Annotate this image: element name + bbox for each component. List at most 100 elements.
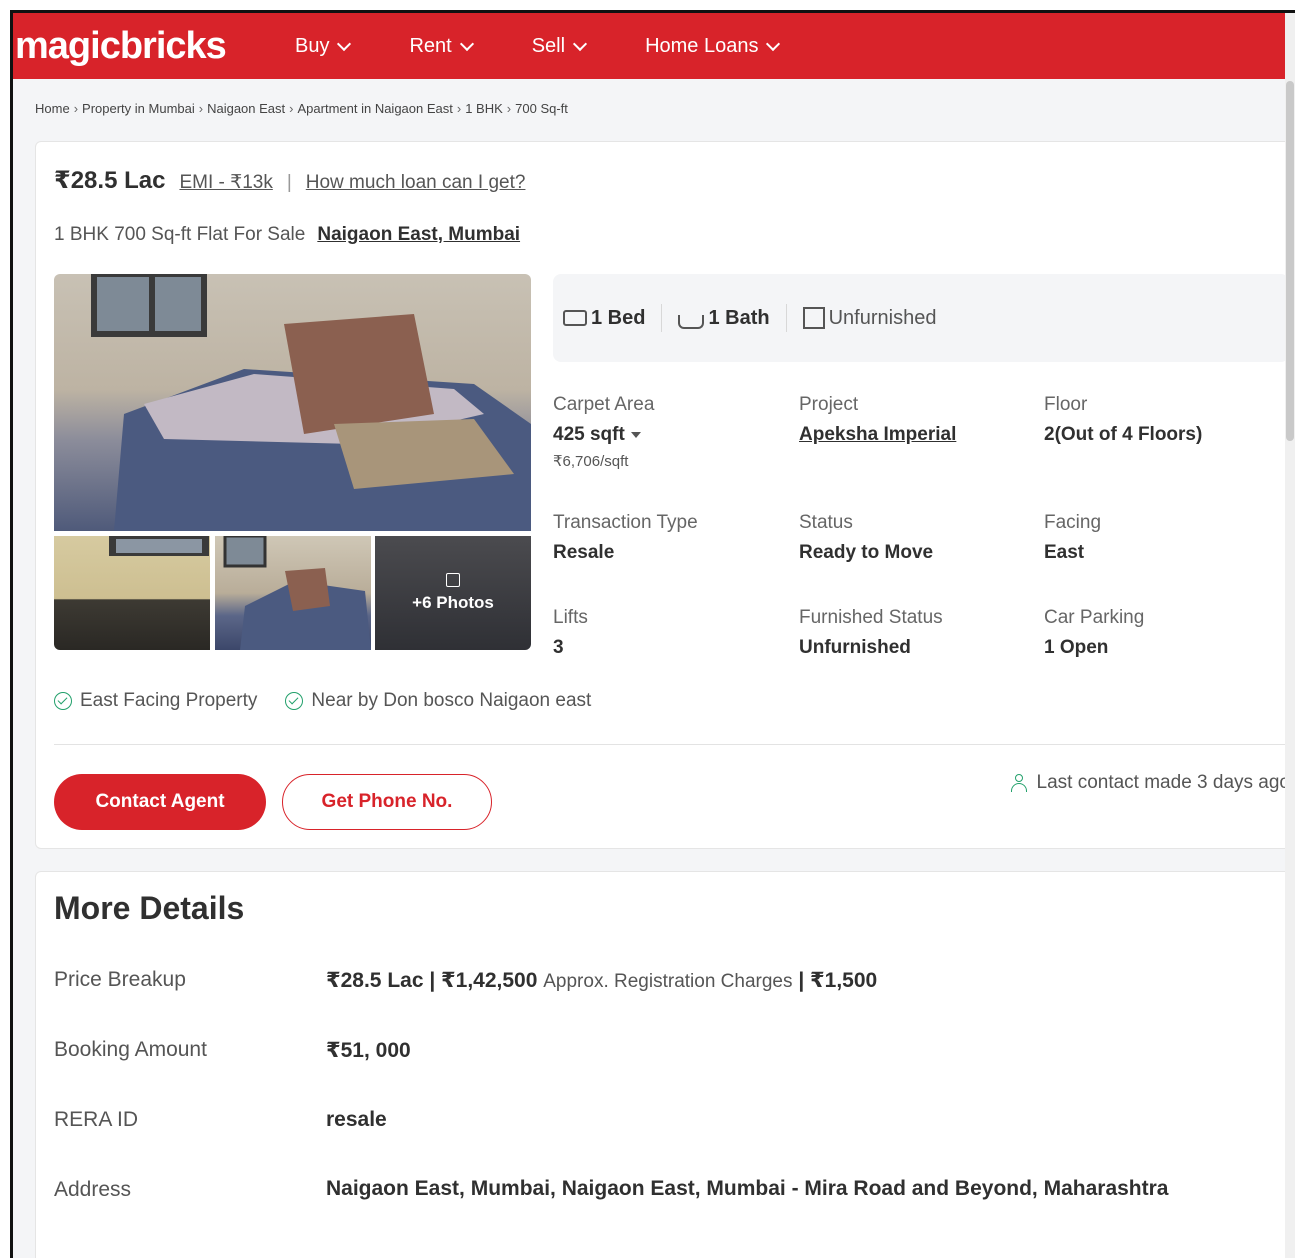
detail-label: Status xyxy=(799,512,853,533)
highlight-text: Near by Don bosco Naigaon east xyxy=(311,690,592,711)
nav-rent-label: Rent xyxy=(409,34,452,57)
detail-label: Carpet Area xyxy=(553,394,655,415)
nav-sell[interactable]: Sell xyxy=(531,34,588,58)
row-label: Price Breakup xyxy=(54,968,186,991)
row-label: Address xyxy=(54,1178,132,1201)
project-link[interactable]: Apeksha Imperial xyxy=(799,424,956,446)
detail-facing: Facing East xyxy=(1044,512,1101,564)
breadcrumb-type[interactable]: Apartment in Naigaon East xyxy=(298,101,453,116)
breadcrumb-bhk[interactable]: 1 BHK xyxy=(465,101,503,116)
more-details-section: More Details Price Breakup ₹28.5 Lac | ₹… xyxy=(35,871,1295,1258)
photo-thumbnail-2[interactable] xyxy=(215,536,371,650)
highlight-text: East Facing Property xyxy=(80,690,258,711)
furniture-icon xyxy=(802,307,825,329)
detail-value: Resale xyxy=(553,542,615,563)
main-photo[interactable] xyxy=(54,274,531,531)
price-breakup-value: ₹28.5 Lac | ₹1,42,500 xyxy=(326,969,538,992)
detail-carpet-area: Carpet Area 425 sqft ₹6,706/sqft xyxy=(553,394,654,470)
summary-divider xyxy=(785,304,787,332)
price-row: ₹28.5 Lac EMI - ₹13k | How much loan can… xyxy=(54,166,525,195)
bed-icon xyxy=(563,310,587,326)
property-price: ₹28.5 Lac xyxy=(54,167,166,194)
detail-label: Floor xyxy=(1044,394,1088,415)
summary-bath-text: 1 Bath xyxy=(708,306,770,329)
listing-title-text: 1 BHK 700 Sq-ft Flat For Sale xyxy=(54,224,306,245)
get-phone-button[interactable]: Get Phone No. xyxy=(282,774,492,830)
row-value: resale xyxy=(326,1108,387,1131)
breadcrumb-size: 700 Sq-ft xyxy=(515,101,568,116)
check-circle-icon xyxy=(54,692,72,710)
listing-title: 1 BHK 700 Sq-ft Flat For Sale Naigaon Ea… xyxy=(54,224,520,246)
nav-buy[interactable]: Buy xyxy=(295,35,352,58)
registration-charges-value: | ₹1,500 xyxy=(798,969,878,992)
detail-label: Facing xyxy=(1044,512,1102,533)
property-card: ₹28.5 Lac EMI - ₹13k | How much loan can… xyxy=(35,141,1295,849)
gallery-icon xyxy=(446,573,460,587)
breadcrumb-city[interactable]: Property in Mumbai xyxy=(82,101,195,116)
highlight-item: East Facing Property xyxy=(54,690,257,712)
last-contact-info: Last contact made 3 days ago xyxy=(1010,772,1291,794)
price-per-sqft: ₹6,706/sqft xyxy=(553,453,629,470)
breadcrumb-separator: › xyxy=(198,101,204,116)
breadcrumb-separator: › xyxy=(506,101,512,116)
detail-lifts: Lifts 3 xyxy=(553,607,588,659)
breadcrumb-separator: › xyxy=(456,101,462,116)
detail-value: 1 Open xyxy=(1044,637,1109,658)
detail-car-parking: Car Parking 1 Open xyxy=(1044,607,1144,659)
detail-value: Ready to Move xyxy=(799,542,934,563)
row-label: RERA ID xyxy=(54,1108,139,1131)
detail-value: East xyxy=(1044,542,1085,563)
nav-rent[interactable]: Rent xyxy=(409,34,474,58)
breadcrumb-home[interactable]: Home xyxy=(35,101,70,116)
site-logo[interactable]: magicbricks xyxy=(15,25,295,68)
detail-value: Unfurnished xyxy=(799,637,911,658)
row-value: ₹28.5 Lac | ₹1,42,500 Approx. Registrati… xyxy=(326,968,877,993)
detail-project: Project Apeksha Imperial xyxy=(799,394,956,446)
card-divider xyxy=(54,744,1289,745)
chevron-down-icon xyxy=(573,36,588,52)
detail-label: Car Parking xyxy=(1044,607,1145,628)
detail-furnished-status: Furnished Status Unfurnished xyxy=(799,607,943,659)
registration-charges-label: Approx. Registration Charges xyxy=(543,971,793,992)
breadcrumb-locality[interactable]: Naigaon East xyxy=(207,101,285,116)
detail-status: Status Ready to Move xyxy=(799,512,933,564)
scrollbar-track[interactable] xyxy=(1285,13,1295,1258)
contact-agent-button[interactable]: Contact Agent xyxy=(54,774,266,830)
booking-amount-row: Booking Amount ₹51, 000 xyxy=(54,1038,411,1063)
loan-eligibility-link[interactable]: How much loan can I get? xyxy=(306,172,526,194)
user-icon xyxy=(1010,774,1027,792)
browser-viewport: magicbricks Buy Rent Sell Home Loans Hom… xyxy=(10,10,1295,1258)
summary-bed-text: 1 Bed xyxy=(591,306,646,329)
property-highlights: East Facing Property Near by Don bosco N… xyxy=(54,690,591,712)
chevron-down-icon xyxy=(459,36,474,52)
more-details-heading: More Details xyxy=(54,890,245,926)
chevron-down-icon xyxy=(337,36,352,52)
caret-down-icon xyxy=(630,431,641,438)
nav-home-loans[interactable]: Home Loans xyxy=(645,34,781,58)
detail-floor: Floor 2(Out of 4 Floors) xyxy=(1044,394,1202,446)
emi-link[interactable]: EMI - ₹13k xyxy=(179,171,272,194)
photo-thumbnail-1[interactable] xyxy=(54,536,210,650)
scrollbar-thumb[interactable] xyxy=(1286,81,1294,441)
row-value: Naigaon East, Mumbai, Naigaon East, Mumb… xyxy=(326,1177,1169,1200)
bedroom-photo-image xyxy=(223,536,371,650)
breadcrumb-separator: › xyxy=(289,101,294,116)
listing-location-link[interactable]: Naigaon East, Mumbai xyxy=(317,224,520,246)
row-label: Booking Amount xyxy=(54,1038,207,1061)
photo-thumbnail-more[interactable]: +6 Photos xyxy=(375,536,531,650)
property-summary-strip: 1 Bed 1 Bath Unfurnished xyxy=(553,274,1289,362)
bedroom-photo-image xyxy=(91,274,531,531)
nav-sell-label: Sell xyxy=(531,34,566,57)
more-photos-label: +6 Photos xyxy=(412,593,494,612)
more-photos-overlay: +6 Photos xyxy=(375,536,531,650)
breadcrumb: Home › Property in Mumbai › Naigaon East › … xyxy=(35,101,568,116)
nav-home-loans-label: Home Loans xyxy=(645,34,759,57)
detail-label: Project xyxy=(799,394,859,415)
carpet-area-dropdown[interactable]: 425 sqft xyxy=(553,424,654,446)
detail-label: Lifts xyxy=(553,607,588,628)
breadcrumb-separator: › xyxy=(73,101,79,116)
chevron-down-icon xyxy=(766,36,781,52)
last-contact-text: Last contact made 3 days ago xyxy=(1036,772,1291,793)
detail-value: 2(Out of 4 Floors) xyxy=(1044,424,1203,445)
detail-label: Transaction Type xyxy=(553,512,698,533)
